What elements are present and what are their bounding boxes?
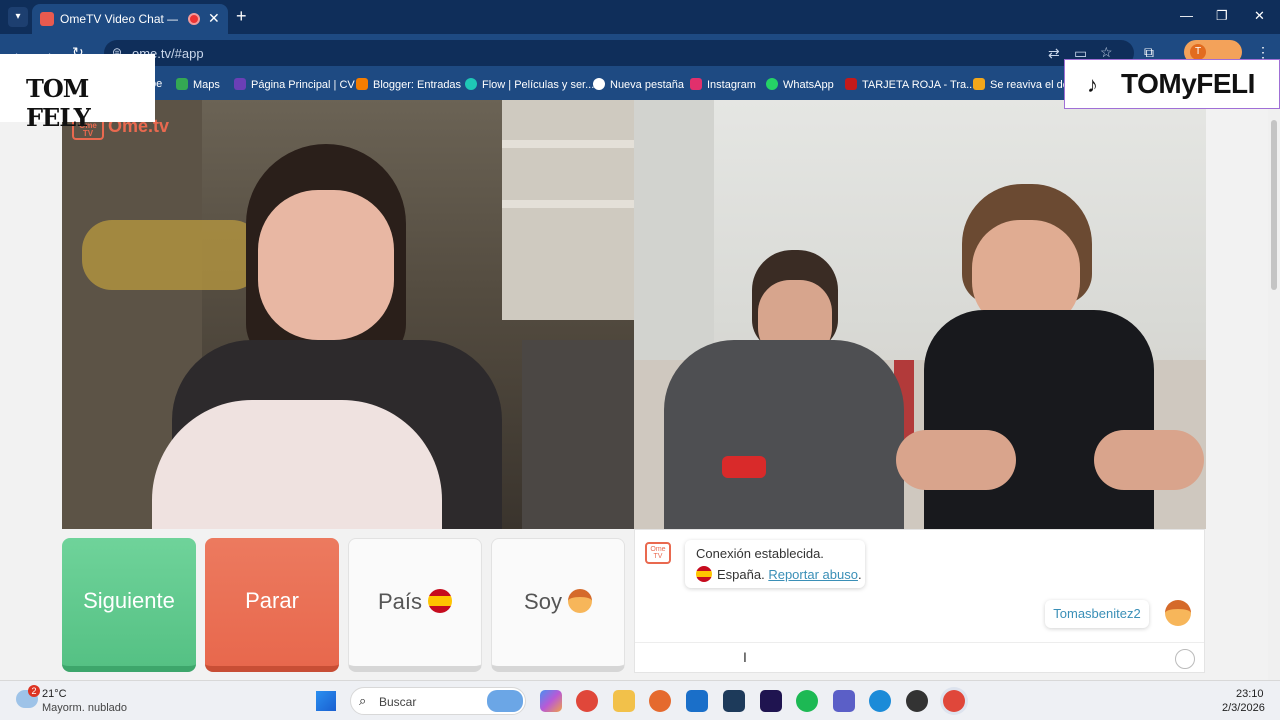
partner-video: Ome TV Ome.tv (62, 100, 634, 529)
text-cursor-icon: I (743, 649, 747, 665)
bookmark-new-tab[interactable]: Nueva pestaña (593, 78, 684, 91)
tiktok-icon: ♪ (1087, 72, 1098, 97)
edge-icon[interactable] (869, 690, 891, 712)
ometv-favicon-icon (40, 12, 54, 26)
search-highlight-icon (487, 690, 523, 712)
country-button[interactable]: País (348, 538, 482, 672)
gender-button[interactable]: Soy (491, 538, 625, 672)
spotify-icon[interactable] (796, 690, 818, 712)
flow-icon (465, 78, 477, 90)
bookmark-news[interactable]: Se reaviva el deb (973, 78, 1075, 91)
bookmark-maps[interactable]: Maps (176, 78, 220, 91)
instagram-icon (690, 78, 702, 90)
notification-badge: 2 (28, 685, 40, 697)
windows-taskbar: 2 21°C Mayorm. nublado ⌕ Buscar 23:10 2/… (0, 680, 1280, 720)
obs-icon[interactable] (906, 690, 928, 712)
chat-input[interactable]: I (635, 642, 1204, 672)
maximize-button[interactable]: ❐ (1216, 8, 1228, 24)
spain-flag-icon (696, 566, 712, 582)
tab-title: OmeTV Video Chat — Ome (60, 12, 178, 26)
report-abuse-link[interactable]: Reportar abuso (768, 567, 858, 582)
bookmark-cv[interactable]: Página Principal | CV (234, 78, 355, 91)
tarjeta-roja-icon (845, 78, 857, 90)
bookmark-blogger[interactable]: Blogger: Entradas (356, 78, 461, 91)
search-icon: ⌕ (359, 693, 367, 708)
spain-flag-icon (428, 589, 453, 613)
file-explorer-icon[interactable] (613, 690, 635, 712)
premiere-icon[interactable] (760, 690, 782, 712)
copilot-icon[interactable] (540, 690, 562, 712)
tab-ometv[interactable]: OmeTV Video Chat — Ome ✕ (32, 4, 228, 34)
tiktok-overlay: ♪ TOMyFELI (1064, 59, 1280, 109)
bookmark-tarjeta-roja[interactable]: TARJETA ROJA - Tra... (845, 78, 975, 91)
clock-time[interactable]: 23:10 (1236, 688, 1264, 700)
bookmark-whatsapp[interactable]: WhatsApp (766, 78, 834, 91)
boy-face-icon (567, 589, 592, 613)
outlook-icon[interactable] (686, 690, 708, 712)
store-icon[interactable] (723, 690, 745, 712)
avatar: T (1190, 44, 1206, 60)
browser-title-bar: ▾ OmeTV Video Chat — Ome ✕ + — ❐ ✕ (0, 0, 1280, 34)
firefox-icon[interactable] (649, 690, 671, 712)
ometv-chat-icon: Ome TV (645, 542, 671, 564)
bookmark-flow[interactable]: Flow | Películas y ser... (465, 78, 594, 91)
news-icon (973, 78, 985, 90)
chat-message: Tomasbenitez2 (1045, 600, 1149, 628)
bookmark-instagram[interactable]: Instagram (690, 78, 756, 91)
weather-temperature[interactable]: 21°C (42, 688, 67, 700)
teams-icon[interactable] (833, 690, 855, 712)
new-tab-button[interactable]: + (236, 6, 247, 27)
chat-panel: Ome TV Conexión establecida. España. Rep… (634, 529, 1205, 673)
system-message: Conexión establecida. España. Reportar a… (685, 540, 865, 588)
minimize-button[interactable]: — (1180, 8, 1193, 23)
recording-icon (188, 13, 200, 25)
globe-icon (593, 78, 605, 90)
blogger-icon (356, 78, 368, 90)
country-line: España. Reportar abuso. (696, 566, 862, 582)
chrome-profile-icon[interactable] (943, 690, 965, 712)
next-button[interactable]: Siguiente (62, 538, 196, 672)
user-avatar-icon (1165, 600, 1191, 626)
windows-start-icon[interactable] (316, 691, 336, 711)
whatsapp-icon (766, 78, 778, 90)
chrome-icon[interactable] (576, 690, 598, 712)
tab-search-button[interactable]: ▾ (8, 7, 28, 27)
connection-status: Conexión establecida. (696, 546, 824, 561)
weather-description[interactable]: Mayorm. nublado (42, 702, 127, 714)
scrollbar-thumb[interactable] (1271, 120, 1277, 290)
self-video (634, 100, 1206, 529)
clock-date[interactable]: 2/3/2026 (1222, 702, 1265, 714)
cv-icon (234, 78, 246, 90)
taskbar-search[interactable]: ⌕ Buscar (350, 687, 526, 715)
maps-icon (176, 78, 188, 90)
stop-button[interactable]: Parar (205, 538, 339, 672)
tab-close-icon[interactable]: ✕ (208, 10, 220, 27)
emoji-icon[interactable] (1175, 649, 1195, 669)
translate-icon[interactable]: ⇄ (1048, 45, 1060, 62)
address-bar[interactable]: ⊜ ome.tv/#app ⇄ ▭ ☆ (104, 40, 1134, 66)
search-placeholder: Buscar (379, 695, 417, 709)
tom-fely-logo: TOM FELY (0, 54, 155, 132)
close-window-button[interactable]: ✕ (1254, 8, 1265, 24)
scrollbar[interactable] (1268, 100, 1280, 680)
